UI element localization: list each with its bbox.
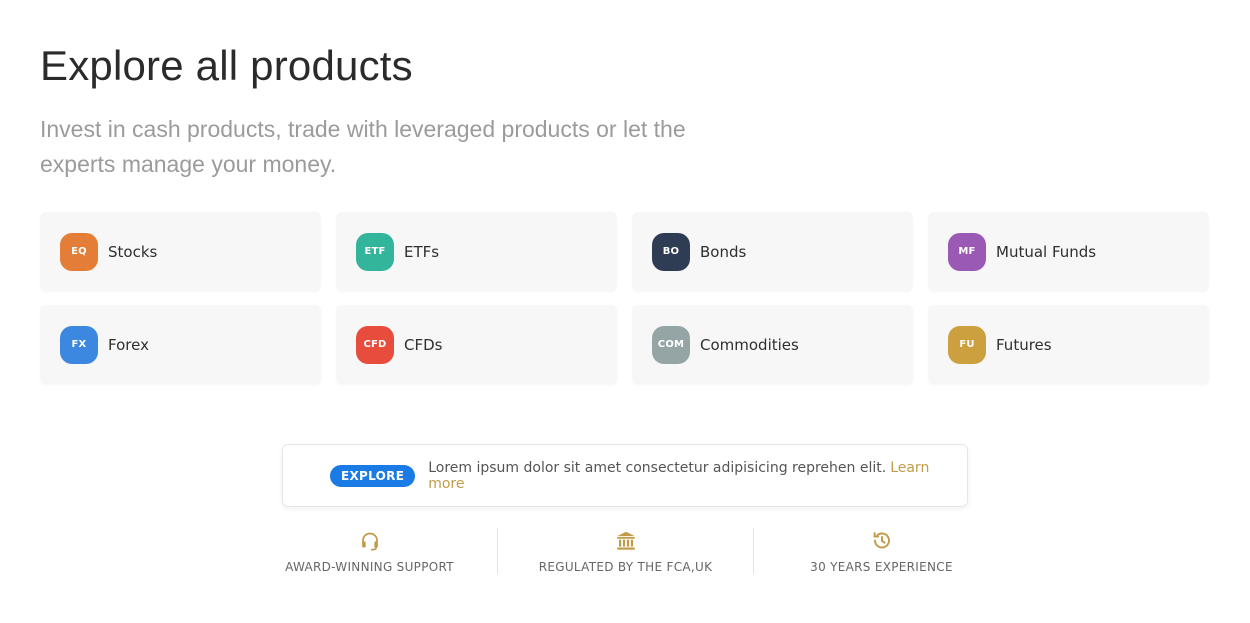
- product-card-forex[interactable]: FX Forex: [40, 305, 321, 384]
- feature-experience: 30 YEARS EXPERIENCE: [753, 528, 1009, 574]
- product-badge: EQ: [60, 232, 98, 271]
- product-grid: EQ Stocks ETF ETFs BO Bonds MF Mutual Fu…: [40, 212, 1209, 384]
- feature-support: AWARD-WINNING SUPPORT: [242, 528, 497, 574]
- feature-regulated: REGULATED BY THE FCA,UK: [497, 528, 753, 574]
- banner-text: Lorem ipsum dolor sit amet consectetur a…: [428, 460, 967, 492]
- feature-label: REGULATED BY THE FCA,UK: [538, 560, 713, 574]
- product-label: Stocks: [108, 242, 158, 261]
- product-label: Futures: [996, 335, 1052, 354]
- product-badge: COM: [652, 325, 690, 364]
- product-badge: FX: [60, 325, 98, 364]
- page-title: Explore all products: [40, 40, 415, 92]
- product-badge: CFD: [356, 325, 394, 364]
- bank-icon: [616, 531, 635, 550]
- banner-message: Lorem ipsum dolor sit amet consectetur a…: [428, 459, 887, 476]
- product-card-futures[interactable]: FU Futures: [928, 305, 1209, 384]
- product-card-bonds[interactable]: BO Bonds: [632, 212, 913, 291]
- product-label: Bonds: [700, 242, 747, 261]
- product-badge: FU: [948, 325, 986, 364]
- product-card-commodities[interactable]: COM Commodities: [632, 305, 913, 384]
- product-label: CFDs: [404, 335, 443, 354]
- product-badge: BO: [652, 232, 690, 271]
- product-badge: MF: [948, 232, 986, 271]
- title-prefix: Explore all: [40, 42, 239, 89]
- product-label: Forex: [108, 335, 149, 354]
- headset-icon: [361, 532, 378, 551]
- page-subtitle: Invest in cash products, trade with leve…: [40, 116, 686, 177]
- product-card-mutual-funds[interactable]: MF Mutual Funds: [928, 212, 1209, 291]
- product-label: Commodities: [700, 335, 799, 354]
- product-card-stocks[interactable]: EQ Stocks: [40, 212, 321, 291]
- product-label: Mutual Funds: [996, 242, 1097, 261]
- title-highlight: products: [248, 40, 415, 92]
- feature-strip: AWARD-WINNING SUPPORT REGULATED BY THE F…: [242, 528, 1009, 574]
- feature-label: 30 YEARS EXPERIENCE: [810, 560, 953, 574]
- product-card-etfs[interactable]: ETF ETFs: [336, 212, 617, 291]
- explore-pill: EXPLORE: [330, 464, 416, 487]
- product-label: ETFs: [404, 242, 440, 261]
- history-icon: [873, 532, 890, 549]
- explore-banner: EXPLORE Lorem ipsum dolor sit amet conse…: [282, 444, 968, 507]
- product-card-cfds[interactable]: CFD CFDs: [336, 305, 617, 384]
- product-badge: ETF: [356, 232, 394, 271]
- feature-label: AWARD-WINNING SUPPORT: [285, 560, 454, 574]
- products-page: Explore all products Invest in cash prod…: [0, 0, 1250, 623]
